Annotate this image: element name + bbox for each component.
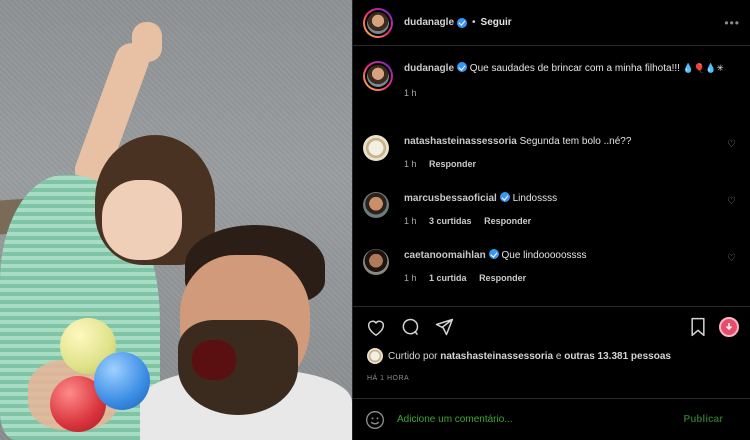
instagram-post-viewer: dudanagle • Seguir ••• dudanagle Que sau… — [0, 0, 750, 440]
download-icon[interactable] — [719, 316, 739, 337]
comment-text: Lindossss — [512, 193, 558, 204]
bookmark-icon[interactable] — [687, 316, 709, 338]
comment-item: caetanoomaihlan Que lindooooossss 1 h 1 … — [363, 249, 750, 283]
emoji-smile-icon[interactable] — [365, 410, 385, 430]
header-separator: • — [472, 17, 476, 28]
post-photo[interactable] — [0, 0, 352, 440]
like-comment-heart-icon[interactable]: ♡ — [727, 253, 737, 264]
post-header: dudanagle • Seguir ••• — [353, 0, 750, 46]
more-options-icon[interactable]: ••• — [724, 16, 740, 30]
post-caption: dudanagle Que saudades de brincar com a … — [353, 47, 750, 100]
avatar[interactable] — [363, 135, 389, 161]
comment-timestamp[interactable]: 1 h — [404, 216, 417, 226]
follow-button[interactable]: Seguir — [481, 17, 512, 28]
comment-likes-count[interactable]: 1 curtida — [429, 273, 467, 283]
caption-emojis: 💧🎈💧✳ — [682, 63, 724, 73]
comment-username[interactable]: natashasteinassessoria — [404, 136, 517, 147]
comment-item: marcusbessaoficial Lindossss 1 h 3 curti… — [363, 192, 750, 226]
reply-button[interactable]: Responder — [484, 216, 531, 226]
avatar[interactable] — [363, 192, 389, 218]
comment-timestamp[interactable]: 1 h — [404, 159, 417, 169]
likes-prefix: Curtido por — [388, 350, 438, 362]
caption-username[interactable]: dudanagle — [404, 63, 454, 74]
like-comment-heart-icon[interactable]: ♡ — [727, 139, 737, 150]
caption-timestamp[interactable]: 1 h — [404, 86, 734, 100]
comments-section[interactable]: dudanagle Que saudades de brincar com a … — [353, 47, 750, 305]
verified-badge-icon — [457, 17, 468, 28]
like-comment-heart-icon[interactable]: ♡ — [727, 196, 737, 207]
header-username[interactable]: dudanagle — [404, 17, 454, 28]
reply-button[interactable]: Responder — [429, 159, 476, 169]
comment-icon[interactable] — [399, 316, 421, 338]
likes-user[interactable]: natashasteinassessoria — [440, 351, 553, 362]
comment-input[interactable]: Adicione um comentário... — [397, 414, 684, 425]
action-bar — [353, 306, 750, 346]
comment-text: Que lindooooossss — [501, 250, 587, 261]
comment-username[interactable]: caetanoomaihlan — [404, 250, 486, 261]
avatar[interactable] — [363, 61, 393, 91]
verified-badge-icon — [488, 249, 499, 259]
girl-face — [102, 180, 182, 260]
verified-badge-icon — [499, 192, 510, 202]
post-age[interactable]: HÁ 1 HORA — [367, 375, 409, 382]
publish-button[interactable]: Publicar — [684, 414, 723, 425]
likes-others[interactable]: outras 13.381 pessoas — [564, 351, 671, 362]
likes-conjunction: e — [555, 350, 562, 362]
comment-timestamp[interactable]: 1 h — [404, 273, 417, 283]
avatar[interactable] — [363, 249, 389, 275]
post-side-panel: dudanagle • Seguir ••• dudanagle Que sau… — [352, 0, 750, 440]
comment-item: natashasteinassessoria Segunda tem bolo … — [363, 135, 750, 169]
reply-button[interactable]: Responder — [479, 273, 526, 283]
avatar[interactable] — [363, 7, 393, 38]
comment-username[interactable]: marcusbessaoficial — [404, 193, 497, 204]
comment-likes-count[interactable]: 3 curtidas — [429, 216, 472, 226]
comment-text: Segunda tem bolo ..né?? — [519, 136, 632, 147]
verified-badge-icon — [457, 62, 468, 72]
share-icon[interactable] — [433, 316, 455, 338]
caption-text: Que saudades de brincar com a minha filh… — [469, 63, 680, 74]
heart-icon[interactable] — [365, 316, 387, 338]
avatar — [367, 348, 383, 364]
blue-water-balloon — [94, 352, 150, 410]
man-open-mouth — [192, 340, 236, 380]
add-comment-bar: Adicione um comentário... Publicar — [353, 398, 750, 440]
likes-summary[interactable]: Curtido por natashasteinassessoria e out… — [367, 348, 671, 364]
girl-hand — [132, 22, 162, 62]
